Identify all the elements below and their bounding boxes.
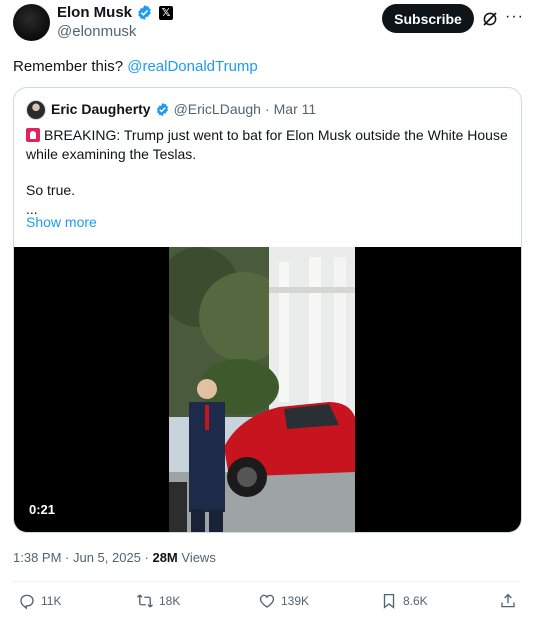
divider: [13, 581, 522, 582]
bookmark-button[interactable]: 8.6K: [380, 592, 428, 610]
video-player[interactable]: 0:21: [14, 247, 521, 533]
repost-button[interactable]: 18K: [136, 592, 180, 610]
siren-icon: [26, 128, 40, 142]
tweet-meta: 1:38 PM · Jun 5, 2025 · 28M Views: [13, 550, 216, 565]
views-label: Views: [177, 550, 216, 565]
author-name-row: Elon Musk 𝕏: [57, 4, 174, 21]
quoted-line-3: So true.: [26, 182, 76, 198]
repost-count: 18K: [159, 594, 181, 608]
reply-icon: [20, 594, 34, 610]
author-name[interactable]: Elon Musk: [57, 4, 132, 21]
separator-dot: ·: [264, 101, 270, 117]
subscribe-button[interactable]: Subscribe: [382, 4, 474, 33]
action-bar: 11K 18K 139K 8.6K: [0, 592, 537, 616]
quoted-line-4: ...: [26, 201, 38, 217]
repost-icon: [137, 594, 153, 608]
quoted-author-handle[interactable]: @EricLDaugh: [174, 101, 261, 117]
tweet-text: Remember this? @realDonaldTrump: [13, 57, 258, 77]
verified-badge-icon: [156, 102, 168, 116]
video-frame[interactable]: [169, 247, 355, 533]
quoted-tweet-date[interactable]: Mar 11: [274, 101, 317, 117]
like-count: 139K: [281, 594, 310, 608]
video-duration: 0:21: [29, 502, 56, 517]
view-count: 28M: [152, 550, 178, 565]
quoted-line-2: while examining the Teslas.: [26, 146, 197, 162]
quoted-line-1: BREAKING: Trump just went to bat for Elo…: [26, 126, 516, 145]
reply-button[interactable]: 11K: [18, 592, 61, 610]
quoted-author-name[interactable]: Eric Daugherty: [51, 101, 151, 117]
x-affiliate-badge-icon: 𝕏: [159, 5, 174, 20]
mention-link[interactable]: @realDonaldTrump: [127, 58, 258, 75]
bookmark-icon: [383, 593, 395, 609]
tweet-text-body: Remember this?: [13, 58, 124, 75]
quoted-tweet-text: BREAKING: Trump just went to bat for Elo…: [26, 126, 516, 219]
timestamp[interactable]: 1:38 PM · Jun 5, 2025 ·: [13, 550, 152, 565]
quoted-author-avatar[interactable]: [26, 100, 46, 120]
quoted-author-row: Eric Daugherty @EricLDaugh · Mar 11: [51, 101, 316, 117]
heart-icon: [259, 594, 275, 608]
reply-count: 11K: [41, 594, 62, 608]
bookmark-count: 8.6K: [403, 594, 428, 608]
show-more-link[interactable]: Show more: [26, 214, 97, 230]
more-options-icon[interactable]: ···: [505, 8, 524, 26]
quoted-line-1-text: BREAKING: Trump just went to bat for Elo…: [44, 127, 508, 143]
verified-badge-icon: [138, 5, 151, 20]
grok-icon[interactable]: [481, 10, 499, 28]
quoted-tweet-card[interactable]: Eric Daugherty @EricLDaugh · Mar 11 BREA…: [13, 87, 522, 533]
author-avatar[interactable]: [13, 4, 50, 41]
share-icon: [501, 593, 515, 608]
like-button[interactable]: 139K: [258, 592, 309, 610]
author-handle[interactable]: @elonmusk: [57, 23, 136, 40]
share-button[interactable]: [499, 592, 517, 610]
